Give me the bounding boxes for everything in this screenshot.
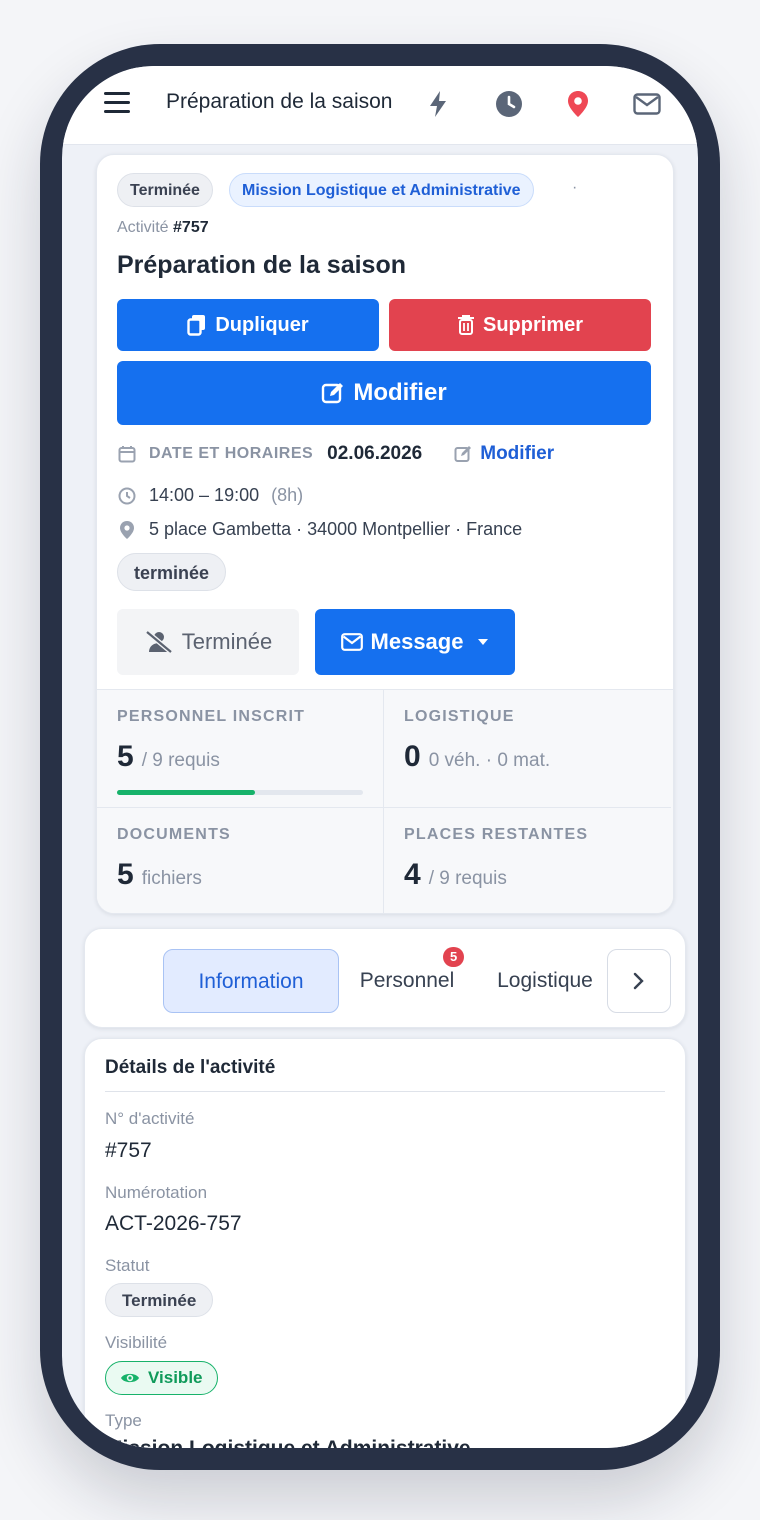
status-badge: Terminée xyxy=(117,173,213,207)
status-badge: Terminée xyxy=(105,1283,214,1317)
stat-label: LOGISTIQUE xyxy=(404,708,515,725)
clock-icon xyxy=(117,487,137,505)
bolt-icon[interactable] xyxy=(422,88,454,120)
chevron-right-icon xyxy=(633,972,644,990)
stat-label: PLACES RESTANTES xyxy=(404,826,589,843)
activity-no-value: #757 xyxy=(105,1139,152,1162)
app-screen: Préparation de la saison Terminée Missio… xyxy=(62,66,698,1448)
stat-value: 5 / 9 requis xyxy=(117,740,220,774)
message-label: Message xyxy=(370,629,464,654)
stat-label: DOCUMENTS xyxy=(117,826,231,843)
tabs-card: Information Personnel 5 Logistique xyxy=(84,928,686,1028)
schedule-label: DATE ET HORAIRES xyxy=(149,445,314,462)
activity-title: Préparation de la saison xyxy=(117,251,406,279)
personnel-progress-fill xyxy=(117,790,255,795)
participation-status-button[interactable]: Terminée xyxy=(117,609,299,675)
schedule-row: DATE ET HORAIRES 02.06.2026 Modifier xyxy=(117,443,554,465)
activity-id-line: Activité #757 xyxy=(117,219,209,237)
schedule-edit-label: Modifier xyxy=(480,443,555,464)
divider xyxy=(105,1091,665,1092)
address: 5 place Gambetta · 34000 Montpellier · F… xyxy=(149,519,523,539)
time-range: 14:00 – 19:00 xyxy=(149,485,260,505)
stat-suffix: / 9 requis xyxy=(141,750,220,771)
stat-number: 4 xyxy=(404,858,421,891)
message-dropdown-button[interactable]: Message xyxy=(315,609,515,675)
numbering-label: Numérotation xyxy=(105,1183,208,1202)
visibility-value: Visible xyxy=(148,1368,203,1387)
envelope-icon[interactable] xyxy=(631,88,663,120)
status-label: Statut xyxy=(105,1256,150,1275)
personnel-count-badge: 5 xyxy=(443,947,465,967)
edit-icon xyxy=(454,446,472,462)
caret-down-icon xyxy=(478,639,489,645)
stat-suffix: 0 véh. · 0 mat. xyxy=(428,750,551,771)
stat-number: 0 xyxy=(404,740,421,773)
tab-logistique[interactable]: Logistique xyxy=(483,949,607,1013)
stat-label: PERSONNEL INSCRIT xyxy=(117,708,306,725)
stat-places: PLACES RESTANTES 4 / 9 requis xyxy=(384,808,671,913)
delete-label: Supprimer xyxy=(482,313,584,336)
personnel-progress-bar xyxy=(117,790,363,795)
stat-number: 5 xyxy=(117,740,134,773)
activity-prefix: Activité xyxy=(117,219,169,236)
stat-value: 0 0 véh. · 0 mat. xyxy=(404,740,550,774)
top-bar: Préparation de la saison xyxy=(62,66,698,145)
menu-icon[interactable] xyxy=(104,92,130,114)
category-badge[interactable]: Mission Logistique et Administrative xyxy=(229,173,534,207)
envelope-icon xyxy=(340,633,363,651)
participation-status-label: Terminée xyxy=(181,629,273,654)
stat-value: 5 fichiers xyxy=(117,858,202,892)
stat-value: 4 / 9 requis xyxy=(404,858,507,892)
type-label: Type xyxy=(105,1411,142,1430)
activity-no-label: N° d'activité xyxy=(105,1109,195,1128)
type-value: Mission Logistique et Administrative xyxy=(105,1437,471,1448)
details-card: Détails de l'activité N° d'activité #757… xyxy=(84,1038,686,1448)
edit-icon xyxy=(322,383,344,404)
stat-number: 5 xyxy=(117,858,134,891)
edit-label: Modifier xyxy=(353,379,447,406)
duplicate-button[interactable]: Dupliquer xyxy=(117,299,379,351)
trash-icon xyxy=(457,315,474,335)
numbering-value: ACT-2026-757 xyxy=(105,1212,242,1235)
separator: · xyxy=(572,179,578,196)
user-slash-icon xyxy=(145,630,173,654)
tab-information[interactable]: Information xyxy=(163,949,339,1013)
stats-grid: PERSONNEL INSCRIT 5 / 9 requis LOGISTIQUE… xyxy=(97,689,673,913)
stat-logistics: LOGISTIQUE 0 0 véh. · 0 mat. xyxy=(384,690,671,808)
visibility-badge: Visible xyxy=(105,1361,218,1395)
tabs-next-button[interactable] xyxy=(607,949,671,1013)
duplicate-label: Dupliquer xyxy=(215,313,309,336)
schedule-date: 02.06.2026 xyxy=(327,443,423,464)
schedule-edit-link[interactable]: Modifier xyxy=(454,443,554,465)
address-row: 5 place Gambetta · 34000 Montpellier · F… xyxy=(117,519,522,540)
details-title: Détails de l'activité xyxy=(105,1057,276,1078)
visibility-label: Visibilité xyxy=(105,1333,168,1352)
copy-icon xyxy=(187,315,206,336)
clock-icon[interactable] xyxy=(493,88,525,120)
calendar-icon xyxy=(117,445,137,463)
stat-suffix: / 9 requis xyxy=(428,868,507,889)
page-title: Préparation de la saison xyxy=(166,90,393,113)
activity-number: #757 xyxy=(173,219,209,236)
location-pin-icon xyxy=(117,520,137,540)
delete-button[interactable]: Supprimer xyxy=(389,299,651,351)
stat-suffix: fichiers xyxy=(141,868,202,889)
time-row: 14:00 – 19:00 (8h) xyxy=(117,485,303,506)
edit-button[interactable]: Modifier xyxy=(117,361,651,425)
duration: (8h) xyxy=(271,485,304,505)
stat-documents: DOCUMENTS 5 fichiers xyxy=(97,808,384,913)
location-pin-icon[interactable] xyxy=(562,88,594,120)
activity-summary-card: Terminée Mission Logistique et Administr… xyxy=(96,154,674,914)
eye-icon xyxy=(121,1373,139,1383)
stat-personnel: PERSONNEL INSCRIT 5 / 9 requis xyxy=(97,690,384,808)
state-badge: terminée xyxy=(117,553,227,591)
